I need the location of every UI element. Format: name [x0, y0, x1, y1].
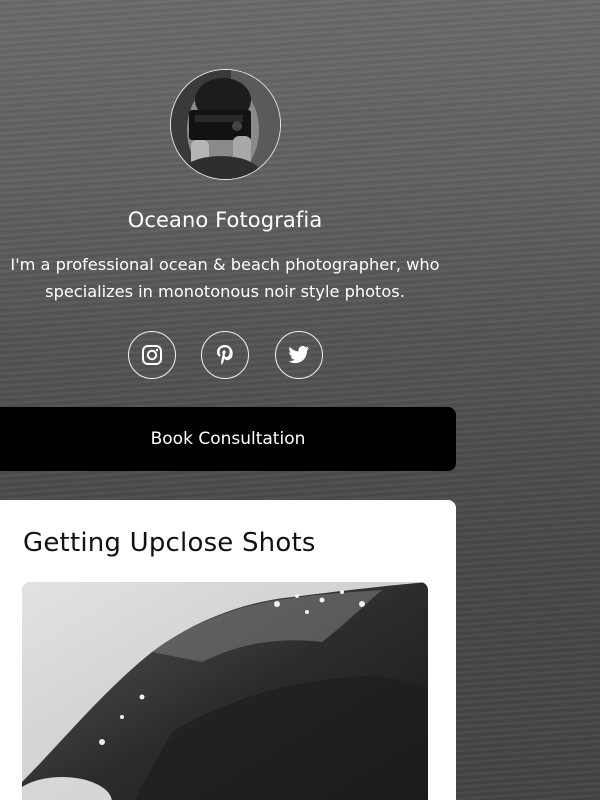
book-consultation-button[interactable]: Book Consultation [0, 407, 456, 471]
pinterest-link[interactable] [201, 331, 249, 379]
profile-name: Oceano Fotografia [127, 208, 323, 232]
pinterest-icon [217, 345, 233, 365]
card-title: Getting Upclose Shots [23, 528, 316, 558]
profile-bio: I'm a professional ocean & beach photogr… [10, 255, 440, 301]
instagram-icon [142, 345, 162, 365]
instagram-link[interactable] [128, 331, 176, 379]
wave-photo[interactable] [22, 582, 428, 800]
twitter-icon [288, 346, 310, 364]
post-card[interactable]: Getting Upclose Shots [0, 500, 456, 800]
avatar [170, 69, 281, 180]
twitter-link[interactable] [275, 331, 323, 379]
